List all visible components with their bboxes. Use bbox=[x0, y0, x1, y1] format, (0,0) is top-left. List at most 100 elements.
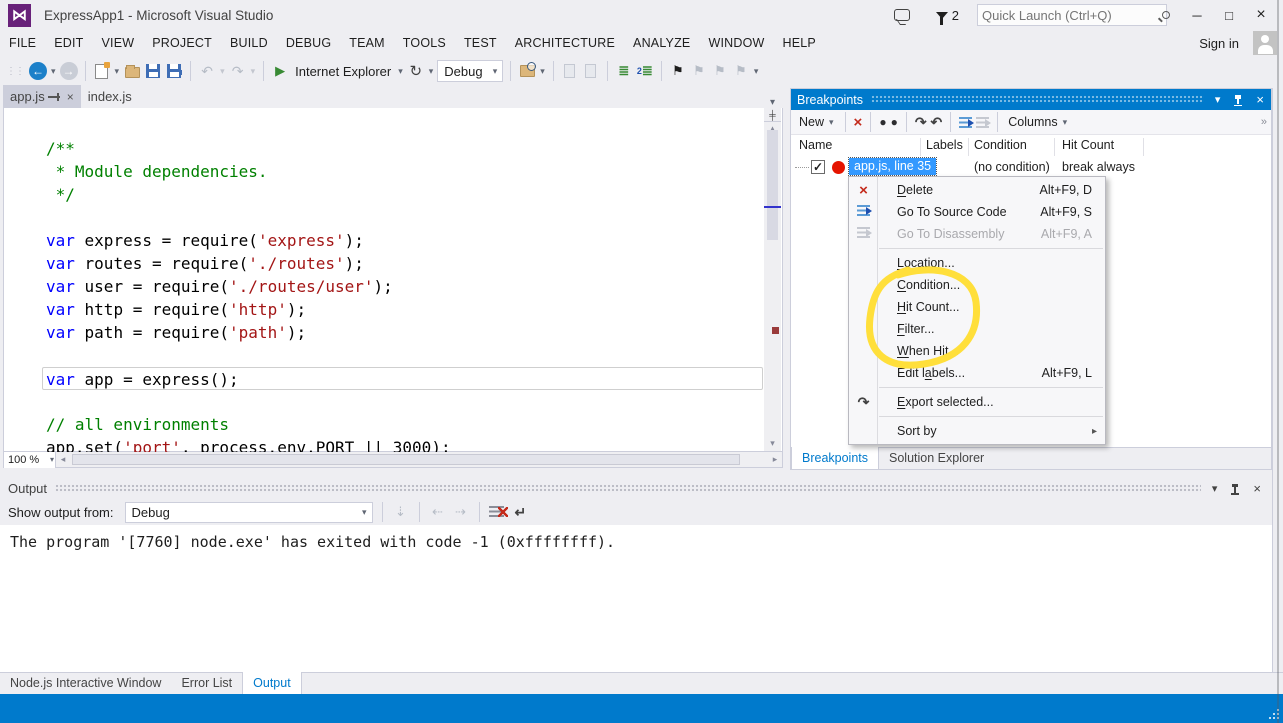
go-to-source-icon[interactable] bbox=[959, 117, 972, 128]
window-position-icon[interactable]: ▾ bbox=[1212, 93, 1224, 106]
menu-item-when-hit[interactable]: When Hit... bbox=[849, 340, 1105, 362]
menu-window[interactable]: WINDOW bbox=[699, 32, 773, 54]
browser-dropdown-icon[interactable]: ▾ bbox=[397, 66, 404, 77]
output-title-bar[interactable]: Output ▾ × bbox=[0, 477, 1272, 499]
undo-icon[interactable]: ↶ bbox=[198, 62, 216, 80]
code-line-12[interactable]: var app = express(); bbox=[42, 367, 763, 390]
scroll-down-icon[interactable]: ▾ bbox=[764, 438, 781, 449]
save-all-icon[interactable] bbox=[167, 64, 181, 78]
minimize-button[interactable]: ─ bbox=[1181, 3, 1213, 27]
find-dropdown-icon[interactable]: ▾ bbox=[539, 66, 546, 77]
configuration-combo[interactable]: Debug ▾ bbox=[437, 60, 503, 82]
save-icon[interactable] bbox=[146, 64, 160, 78]
delete-all-breakpoints-icon[interactable]: ● bbox=[879, 115, 886, 129]
new-file-icon[interactable] bbox=[95, 64, 108, 79]
notification-count[interactable]: 2 bbox=[952, 8, 959, 23]
find-in-files-icon[interactable] bbox=[520, 65, 535, 77]
vertical-scroll-thumb[interactable] bbox=[767, 130, 778, 240]
code-area[interactable]: /** * Module dependencies. */var express… bbox=[4, 108, 765, 451]
new-breakpoint-button[interactable]: New ▾ bbox=[797, 115, 837, 129]
code-line-8[interactable]: var user = require('./routes/user'); bbox=[46, 275, 765, 298]
code-line-7[interactable]: var routes = require('./routes'); bbox=[46, 252, 765, 275]
browser-target-label[interactable]: Internet Explorer bbox=[292, 64, 394, 79]
menu-project[interactable]: PROJECT bbox=[143, 32, 221, 54]
tab-output[interactable]: Output bbox=[242, 672, 302, 694]
toolbar-overflow-icon[interactable]: » bbox=[1261, 116, 1267, 128]
import-breakpoints-icon[interactable]: ↶ bbox=[931, 114, 943, 131]
close-icon[interactable]: × bbox=[1250, 481, 1264, 496]
menu-file[interactable]: FILE bbox=[0, 32, 45, 54]
menu-item-delete[interactable]: ×DeleteAlt+F9, D bbox=[849, 179, 1105, 201]
breakpoint-name[interactable]: app.js, line 35 bbox=[849, 158, 936, 175]
menu-test[interactable]: TEST bbox=[455, 32, 506, 54]
menu-item-edit-labels[interactable]: Edit labels...Alt+F9, L bbox=[849, 362, 1105, 384]
menu-item-sort-by[interactable]: Sort by▸ bbox=[849, 420, 1105, 442]
menu-build[interactable]: BUILD bbox=[221, 32, 277, 54]
menu-view[interactable]: VIEW bbox=[92, 32, 143, 54]
code-line-4[interactable]: */ bbox=[46, 183, 765, 206]
tab-list-dropdown-icon[interactable]: ▾ bbox=[770, 97, 775, 108]
code-line-5[interactable] bbox=[46, 206, 765, 229]
navigate-forward-button[interactable]: → bbox=[60, 62, 78, 80]
menu-item-go-to-source-code[interactable]: Go To Source CodeAlt+F9, S bbox=[849, 201, 1105, 223]
decrease-indent-icon[interactable]: ≣ bbox=[615, 62, 633, 80]
column-labels[interactable]: Labels bbox=[926, 138, 963, 152]
menu-debug[interactable]: DEBUG bbox=[277, 32, 340, 54]
menu-analyze[interactable]: ANALYZE bbox=[624, 32, 699, 54]
scroll-right-icon[interactable]: ▸ bbox=[768, 454, 782, 465]
tab-nodejs-interactive-window[interactable]: Node.js Interactive Window bbox=[0, 673, 171, 694]
redo-icon[interactable]: ↷ bbox=[229, 62, 247, 80]
menu-item-hit-count[interactable]: Hit Count... bbox=[849, 296, 1105, 318]
sign-in-link[interactable]: Sign in bbox=[1199, 36, 1239, 51]
new-file-dropdown-icon[interactable]: ▾ bbox=[114, 66, 121, 77]
code-line-9[interactable]: var http = require('http'); bbox=[46, 298, 765, 321]
toolbar-grip[interactable]: ⋮⋮ bbox=[6, 66, 24, 77]
menu-item-filter[interactable]: Filter... bbox=[849, 318, 1105, 340]
columns-button[interactable]: Columns ▾ bbox=[1006, 115, 1070, 129]
pin-icon[interactable] bbox=[1234, 484, 1236, 493]
column-hit-count[interactable]: Hit Count bbox=[1062, 138, 1114, 152]
tab-error-list[interactable]: Error List bbox=[171, 673, 242, 694]
window-position-icon[interactable]: ▾ bbox=[1209, 482, 1221, 495]
code-line-3[interactable]: * Module dependencies. bbox=[46, 160, 765, 183]
horizontal-scroll-thumb[interactable] bbox=[72, 454, 740, 465]
breakpoint-row[interactable]: ✓ app.js, line 35 (no condition) break a… bbox=[791, 157, 1271, 178]
navigate-back-button[interactable]: ← bbox=[29, 62, 47, 80]
feedback-icon[interactable] bbox=[894, 9, 910, 21]
toggle-word-wrap-icon[interactable]: ↵ bbox=[515, 504, 527, 521]
start-debugging-icon[interactable]: ▶ bbox=[271, 62, 289, 80]
code-line-10[interactable]: var path = require('path'); bbox=[46, 321, 765, 344]
code-line-13[interactable] bbox=[46, 390, 765, 413]
toggle-bookmark-icon[interactable]: ⚑ bbox=[669, 62, 687, 80]
quick-launch-box[interactable] bbox=[977, 4, 1167, 26]
menu-item-location[interactable]: Location... bbox=[849, 252, 1105, 274]
editor-vertical-scrollbar[interactable]: ╪ ▴ ▾ bbox=[764, 108, 781, 451]
close-button[interactable]: × bbox=[1245, 3, 1277, 27]
menu-team[interactable]: TEAM bbox=[340, 32, 394, 54]
menu-help[interactable]: HELP bbox=[774, 32, 825, 54]
toolbar-options-icon[interactable]: ▾ bbox=[753, 66, 760, 77]
column-condition[interactable]: Condition bbox=[974, 138, 1027, 152]
user-avatar[interactable] bbox=[1253, 31, 1277, 55]
restart-dropdown-icon[interactable]: ▾ bbox=[428, 66, 435, 77]
code-line-11[interactable] bbox=[46, 344, 765, 367]
tab-solution-explorer[interactable]: Solution Explorer bbox=[879, 448, 994, 469]
clear-all-output-icon[interactable] bbox=[489, 506, 504, 519]
restart-icon[interactable]: ↻ bbox=[407, 62, 425, 80]
quick-launch-input[interactable] bbox=[978, 8, 1162, 23]
delete-breakpoint-icon[interactable]: × bbox=[854, 114, 863, 131]
close-tab-icon[interactable]: × bbox=[67, 90, 74, 104]
menu-architecture[interactable]: ARCHITECTURE bbox=[506, 32, 624, 54]
close-icon[interactable]: × bbox=[1253, 92, 1267, 107]
tab-index-js[interactable]: index.js bbox=[81, 85, 139, 108]
pin-icon[interactable] bbox=[1237, 95, 1239, 104]
zoom-level-combo[interactable]: 100 % ▾ bbox=[4, 452, 56, 468]
breakpoint-checkbox[interactable]: ✓ bbox=[811, 160, 825, 174]
breakpoints-title-bar[interactable]: Breakpoints ▾ × bbox=[791, 89, 1271, 110]
tab-app-js[interactable]: app.js × bbox=[3, 85, 81, 108]
code-line-14[interactable]: // all environments bbox=[46, 413, 765, 436]
menu-tools[interactable]: TOOLS bbox=[394, 32, 455, 54]
toggle-all-breakpoints-icon[interactable]: ● bbox=[891, 115, 898, 129]
menu-edit[interactable]: EDIT bbox=[45, 32, 92, 54]
maximize-button[interactable]: □ bbox=[1213, 3, 1245, 27]
